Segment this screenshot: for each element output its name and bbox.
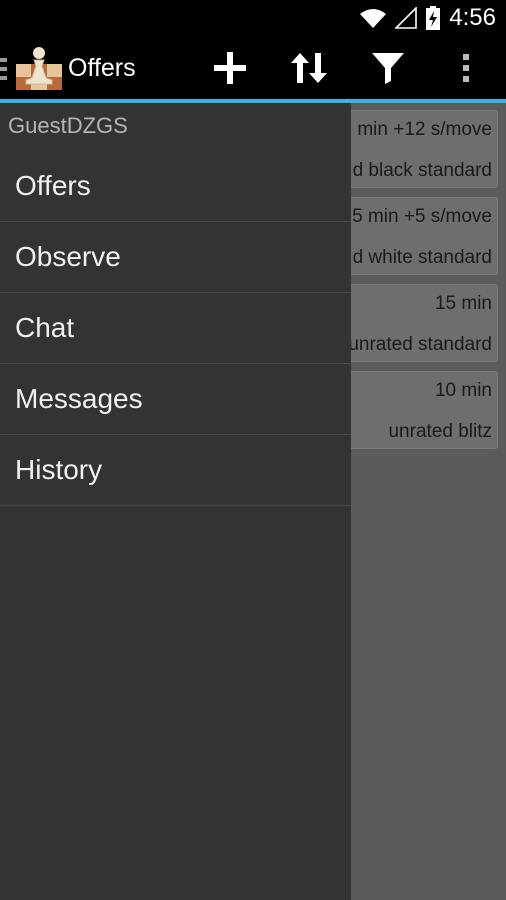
overflow-menu-button[interactable]	[446, 36, 486, 100]
drawer-item-offers[interactable]: Offers	[0, 151, 351, 222]
drawer-item-label: Messages	[15, 383, 143, 414]
offer-time-control: min +12 s/move	[357, 119, 492, 140]
offer-game-type: d white standard	[352, 247, 492, 268]
drawer-item-messages[interactable]: Messages	[0, 364, 351, 435]
drawer-item-label: Offers	[15, 170, 91, 201]
add-offer-button[interactable]	[206, 36, 254, 100]
wifi-icon	[360, 9, 387, 28]
drawer-item-label: Chat	[15, 312, 75, 343]
drawer-item-observe[interactable]: Observe	[0, 222, 351, 293]
plus-icon	[214, 52, 246, 84]
filter-button[interactable]	[364, 36, 412, 100]
drawer-item-history[interactable]: History	[0, 435, 351, 506]
sort-icon	[291, 53, 327, 83]
status-time: 4:56	[449, 4, 496, 31]
status-icons: 4:56	[359, 0, 496, 36]
offer-time-control: 5 min +5 s/move	[352, 206, 492, 227]
chess-pawn-icon[interactable]	[14, 44, 64, 92]
navigation-drawer: GuestDZGS Offers Observe Chat Messages H…	[0, 103, 351, 900]
drawer-item-chat[interactable]: Chat	[0, 293, 351, 364]
offer-game-type: unrated blitz	[388, 421, 492, 442]
offer-time-control: 15 min	[434, 293, 492, 314]
drawer-username: GuestDZGS	[8, 113, 128, 138]
offer-game-type: d black standard	[352, 160, 492, 181]
drawer-item-label: History	[15, 454, 103, 485]
cell-signal-icon	[395, 7, 418, 29]
drawer-indicator-icon[interactable]	[0, 58, 8, 80]
status-bar: 4:56	[0, 0, 506, 36]
filter-icon	[372, 53, 404, 84]
sort-button[interactable]	[284, 36, 334, 100]
offer-game-type: unrated standard	[348, 334, 492, 355]
screen-title: Offers	[68, 54, 136, 82]
offer-time-control: 10 min	[434, 380, 492, 401]
battery-charging-icon	[426, 6, 441, 30]
drawer-item-label: Observe	[15, 241, 121, 272]
overflow-menu-icon	[463, 54, 469, 82]
action-bar: Offers	[0, 36, 506, 100]
